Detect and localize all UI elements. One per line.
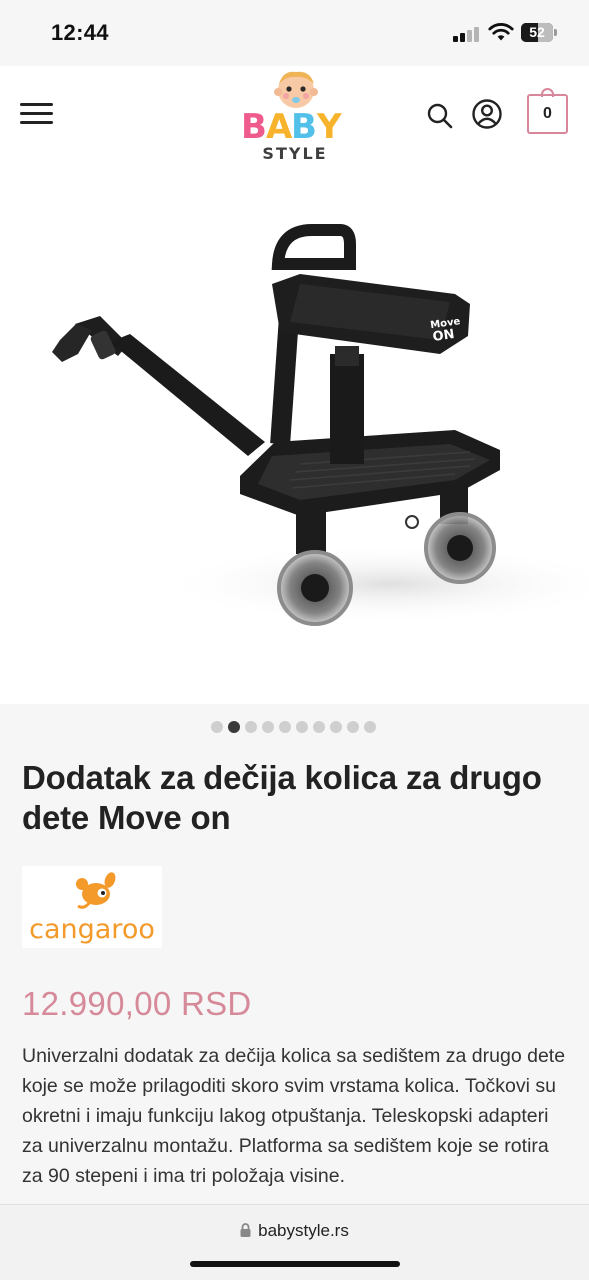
brand-logo[interactable]: cangaroo: [22, 866, 162, 948]
brand-name: cangaroo: [29, 914, 155, 945]
battery-icon: 52: [521, 23, 557, 42]
gallery-dot[interactable]: [245, 721, 257, 733]
status-bar: 12:44 52: [0, 0, 589, 66]
kangaroo-icon: [76, 872, 116, 909]
gallery-dot[interactable]: [211, 721, 223, 733]
gallery-dot[interactable]: [296, 721, 308, 733]
url-bar[interactable]: babystyle.rs: [0, 1221, 589, 1241]
signal-icon: [453, 26, 481, 42]
svg-text:STYLE: STYLE: [262, 144, 327, 162]
cart-icon: [541, 88, 554, 97]
battery-level: 52: [529, 24, 545, 40]
gallery-dot[interactable]: [228, 721, 240, 733]
gallery-dot[interactable]: [262, 721, 274, 733]
wifi-icon: [488, 23, 514, 41]
cart-button[interactable]: 0: [527, 88, 568, 134]
home-indicator[interactable]: [190, 1261, 400, 1267]
svg-text:A: A: [266, 107, 293, 147]
gallery-pagination: [211, 721, 376, 733]
status-time: 12:44: [51, 20, 109, 45]
product-price: 12.990,00 RSD: [22, 985, 252, 1022]
logo-text: B A B Y: [241, 107, 342, 147]
gallery-dot[interactable]: [313, 721, 325, 733]
gallery-dot[interactable]: [364, 721, 376, 733]
browser-bottom-bar: babystyle.rs: [0, 1204, 589, 1280]
product-title: Dodatak za dečija kolica za drugo dete M…: [22, 759, 542, 836]
svg-text:Y: Y: [316, 107, 342, 147]
lock-icon: [240, 1223, 251, 1237]
product-description: Univerzalni dodatak za dečija kolica sa …: [22, 1045, 566, 1187]
svg-text:B: B: [241, 107, 267, 147]
url-text: babystyle.rs: [258, 1221, 349, 1240]
cart-count: 0: [543, 105, 552, 122]
product-image[interactable]: Move ON: [0, 164, 589, 704]
baby-style-logo[interactable]: B A B Y STYLE: [236, 68, 354, 162]
gallery-dot[interactable]: [279, 721, 291, 733]
search-icon[interactable]: [426, 102, 454, 130]
menu-icon[interactable]: [20, 100, 54, 126]
svg-text:ON: ON: [432, 327, 456, 345]
gallery-dot[interactable]: [330, 721, 342, 733]
account-icon[interactable]: [471, 98, 503, 130]
svg-text:B: B: [291, 107, 317, 147]
site-header: B A B Y STYLE 0: [0, 66, 589, 164]
gallery-dot[interactable]: [347, 721, 359, 733]
